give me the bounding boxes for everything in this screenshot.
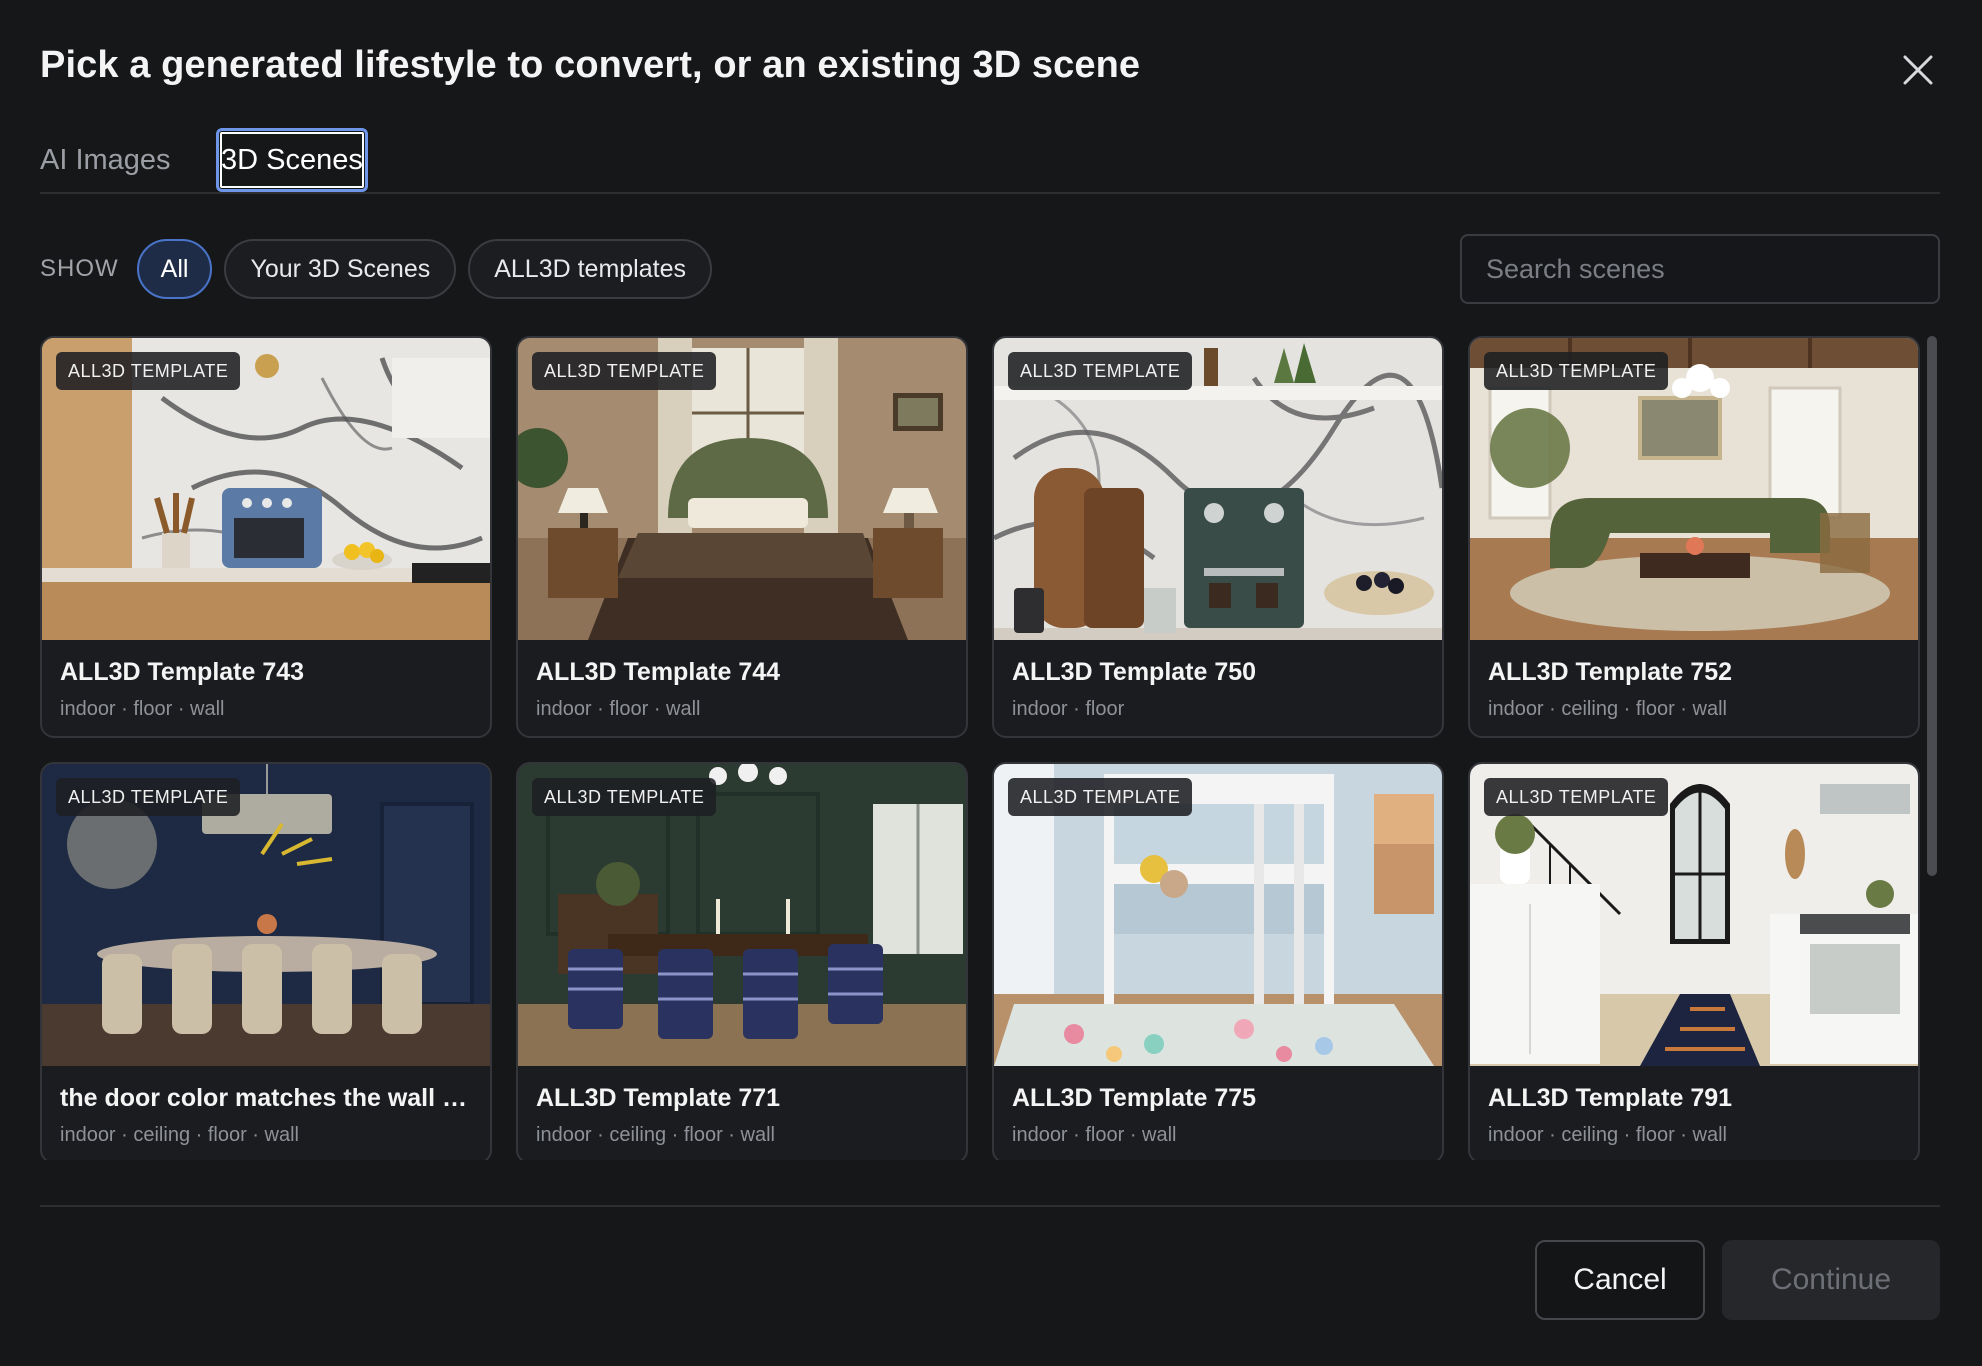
card-tags: indoor · floor · wall — [60, 698, 225, 720]
scene-card[interactable]: ALL3D TEMPLATE ALL3D Template 743 indoor… — [40, 336, 492, 738]
template-badge: ALL3D TEMPLATE — [56, 778, 241, 816]
grid-scrollbar[interactable] — [1927, 336, 1937, 876]
card-title: ALL3D Template 744 — [536, 658, 781, 686]
scene-card[interactable]: ALL3D TEMPLATE ALL3D Template 791 indoor… — [1468, 762, 1920, 1160]
template-badge: ALL3D TEMPLATE — [56, 352, 241, 390]
dialog-title: Pick a generated lifestyle to convert, o… — [40, 44, 1141, 86]
template-badge: ALL3D TEMPLATE — [1484, 778, 1669, 816]
card-tags: indoor · ceiling · floor · wall — [536, 1124, 775, 1146]
template-badge: ALL3D TEMPLATE — [532, 352, 717, 390]
continue-button[interactable]: Continue — [1722, 1240, 1940, 1320]
template-badge: ALL3D TEMPLATE — [532, 778, 717, 816]
card-tags: indoor · floor · wall — [536, 698, 701, 720]
card-tags: indoor · floor · wall — [1012, 1124, 1177, 1146]
tab-3d-scenes[interactable]: 3D Scenes — [216, 128, 368, 192]
card-title: ALL3D Template 775 — [1012, 1084, 1257, 1112]
card-title: ALL3D Template 752 — [1488, 658, 1733, 686]
card-tags: indoor · ceiling · floor · wall — [60, 1124, 299, 1146]
template-badge: ALL3D TEMPLATE — [1484, 352, 1669, 390]
close-icon — [1903, 55, 1933, 85]
filter-bar: SHOW All Your 3D Scenes ALL3D templates — [40, 238, 724, 300]
tab-bar: AI Images 3D Scenes — [40, 126, 1940, 194]
card-title: ALL3D Template 743 — [60, 658, 305, 686]
filter-your-3d-scenes[interactable]: Your 3D Scenes — [224, 239, 457, 299]
card-title: ALL3D Template 771 — [536, 1084, 781, 1112]
close-button[interactable] — [1896, 48, 1940, 92]
card-title: ALL3D Template 791 — [1488, 1084, 1733, 1112]
filter-all[interactable]: All — [136, 239, 213, 299]
scene-card[interactable]: ALL3D TEMPLATE ALL3D Template 752 indoor… — [1468, 336, 1920, 738]
scene-card[interactable]: ALL3D TEMPLATE ALL3D Template 744 indoor… — [516, 336, 968, 738]
search-input[interactable] — [1460, 234, 1940, 304]
template-badge: ALL3D TEMPLATE — [1008, 778, 1193, 816]
tab-ai-images[interactable]: AI Images — [40, 126, 171, 194]
card-tags: indoor · ceiling · floor · wall — [1488, 698, 1727, 720]
cancel-button[interactable]: Cancel — [1535, 1240, 1705, 1320]
card-title: ALL3D Template 750 — [1012, 658, 1257, 686]
scene-picker-dialog: Pick a generated lifestyle to convert, o… — [0, 0, 1982, 1366]
footer-divider — [40, 1205, 1940, 1207]
card-tags: indoor · floor — [1012, 698, 1125, 720]
scene-card[interactable]: ALL3D TEMPLATE ALL3D Template 750 indoor… — [992, 336, 1444, 738]
scene-grid: ALL3D TEMPLATE ALL3D Template 743 indoor… — [40, 336, 1940, 1160]
show-label: SHOW — [40, 255, 119, 282]
card-title: the door color matches the wall c... — [60, 1084, 470, 1112]
scene-card[interactable]: ALL3D TEMPLATE ALL3D Template 775 indoor… — [992, 762, 1444, 1160]
scene-card[interactable]: ALL3D TEMPLATE ALL3D Template 771 indoor… — [516, 762, 968, 1160]
filter-all3d-templates[interactable]: ALL3D templates — [468, 239, 712, 299]
scene-card[interactable]: ALL3D TEMPLATE the door color matches th… — [40, 762, 492, 1160]
template-badge: ALL3D TEMPLATE — [1008, 352, 1193, 390]
card-tags: indoor · ceiling · floor · wall — [1488, 1124, 1727, 1146]
